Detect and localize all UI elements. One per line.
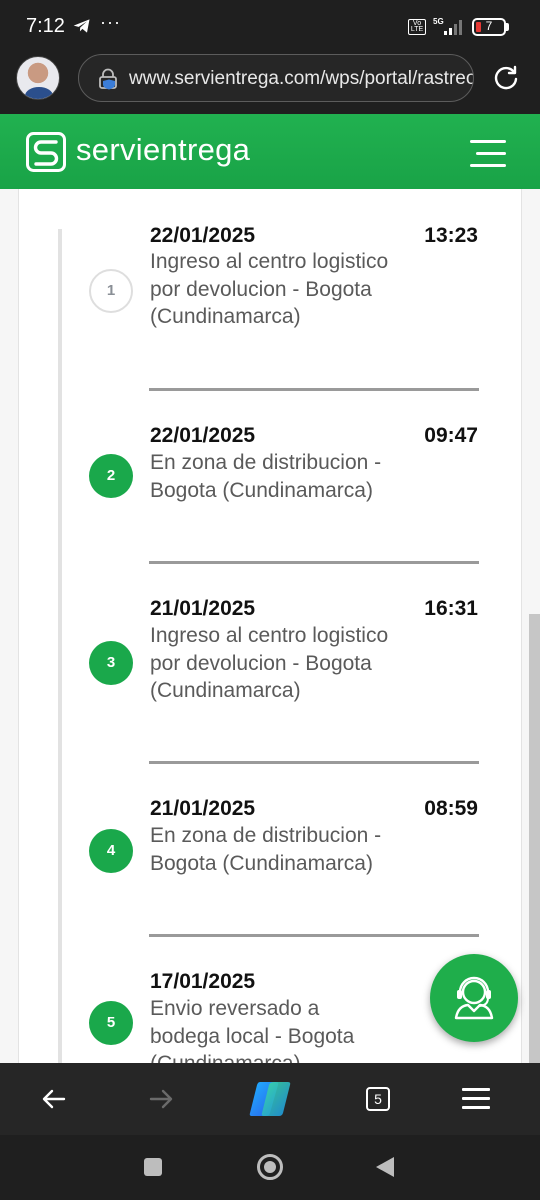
browser-bottom-bar: 5 bbox=[0, 1063, 540, 1135]
reload-icon[interactable] bbox=[492, 64, 520, 92]
status-time: 7:12 bbox=[26, 15, 65, 37]
network-type: 5G bbox=[433, 17, 444, 26]
event-divider bbox=[149, 761, 479, 764]
page-scrollbar[interactable] bbox=[529, 614, 540, 1063]
battery-icon: 7 bbox=[472, 18, 506, 36]
url-text[interactable]: www.servientrega.com/wps/portal/rastreo bbox=[129, 68, 473, 90]
site-brand-name[interactable]: servientrega bbox=[76, 132, 250, 168]
arrow-left-icon[interactable] bbox=[40, 1085, 68, 1113]
event-divider bbox=[149, 561, 479, 564]
event-time: 09:47 bbox=[424, 424, 478, 447]
site-menu-icon[interactable] bbox=[468, 140, 508, 168]
event-date: 21/01/2025 bbox=[150, 797, 256, 820]
signal-strength-icon: 5G bbox=[433, 17, 462, 35]
browser-toolbar: www.servientrega.com/wps/portal/rastreo bbox=[0, 50, 540, 114]
telegram-icon bbox=[73, 19, 90, 33]
event-description: En zona de distribucion - Bogota (Cundin… bbox=[150, 824, 382, 875]
address-bar[interactable]: www.servientrega.com/wps/portal/rastreo bbox=[78, 54, 474, 102]
event-divider bbox=[149, 934, 479, 937]
event-date: 22/01/2025 bbox=[150, 424, 256, 447]
event-time: 16:31 bbox=[424, 597, 478, 620]
event-date: 21/01/2025 bbox=[150, 597, 256, 620]
customer-support-chat-button[interactable] bbox=[430, 954, 518, 1042]
event-description: Envio reversado a bodega local - Bogota … bbox=[150, 997, 355, 1063]
home-icon[interactable] bbox=[257, 1154, 283, 1180]
volte-icon: Vo LTE bbox=[408, 19, 426, 35]
event-description: Ingreso al centro logistico por devoluci… bbox=[150, 624, 389, 702]
lock-shield-icon[interactable] bbox=[97, 68, 119, 90]
recents-icon[interactable] bbox=[144, 1158, 162, 1176]
event-step-number: 4 bbox=[89, 829, 133, 873]
hamburger-menu-icon[interactable] bbox=[462, 1088, 490, 1110]
site-header: servientrega bbox=[0, 114, 540, 189]
event-step-number: 1 bbox=[89, 269, 133, 313]
timeline-line bbox=[58, 229, 62, 1063]
event-divider bbox=[149, 388, 479, 391]
servientrega-logo-icon[interactable] bbox=[26, 132, 66, 172]
tab-switcher-button[interactable]: 5 bbox=[366, 1087, 390, 1111]
back-triangle-icon[interactable] bbox=[376, 1157, 394, 1177]
customer-support-agent-icon[interactable] bbox=[430, 954, 518, 1042]
profile-avatar[interactable] bbox=[16, 56, 60, 100]
event-step-number: 2 bbox=[89, 454, 133, 498]
system-navigation-bar bbox=[0, 1135, 540, 1200]
event-step-number: 5 bbox=[89, 1001, 133, 1045]
event-description: En zona de distribucion - Bogota (Cundin… bbox=[150, 451, 382, 502]
event-time: 08:59 bbox=[424, 797, 478, 820]
event-description: Ingreso al centro logistico por devoluci… bbox=[150, 250, 389, 328]
event-time: 13:23 bbox=[424, 224, 478, 247]
battery-level: 7 bbox=[485, 19, 493, 33]
copilot-icon[interactable] bbox=[246, 1079, 294, 1119]
event-step-number: 3 bbox=[89, 641, 133, 685]
event-date: 22/01/2025 bbox=[150, 224, 256, 247]
event-date: 17/01/2025 bbox=[150, 970, 256, 993]
status-bar: 7:12 ··· Vo LTE 5G 7 bbox=[0, 0, 540, 50]
status-overflow-dots: ··· bbox=[100, 12, 121, 32]
tracking-content[interactable]: 22/01/2025 13:23 1 Ingreso al centro log… bbox=[0, 189, 540, 1063]
arrow-right-icon[interactable] bbox=[147, 1085, 175, 1113]
